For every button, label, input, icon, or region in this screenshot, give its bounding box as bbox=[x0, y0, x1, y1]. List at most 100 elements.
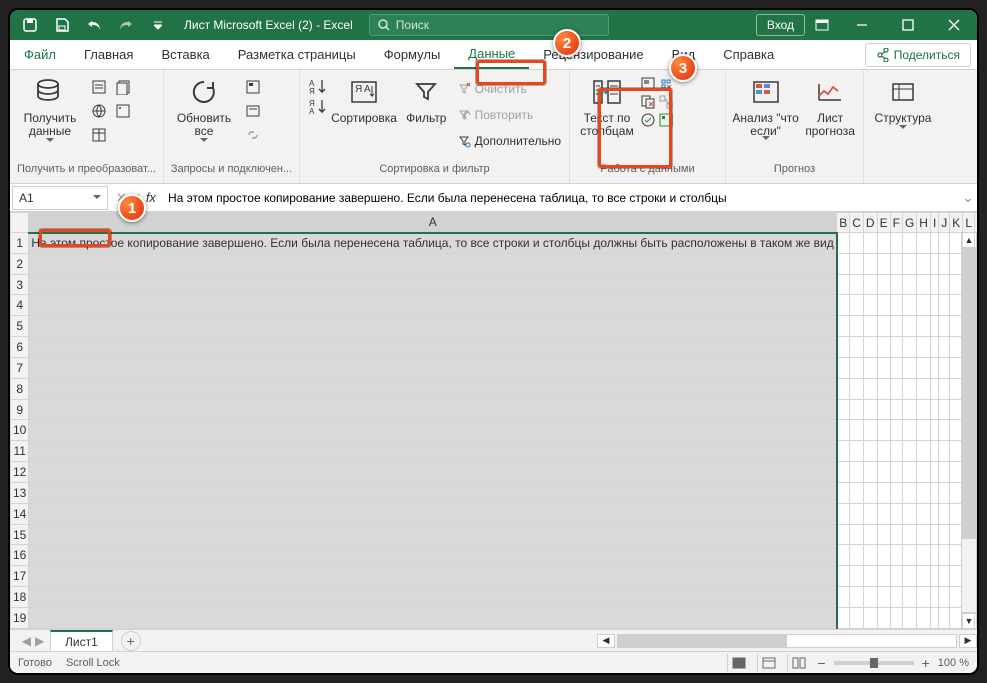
cell[interactable] bbox=[890, 607, 902, 628]
cell[interactable] bbox=[917, 524, 931, 545]
cell[interactable] bbox=[917, 482, 931, 503]
cell[interactable] bbox=[877, 274, 890, 295]
horizontal-scrollbar[interactable]: ◀ ▶ bbox=[597, 632, 977, 650]
cell[interactable] bbox=[939, 482, 950, 503]
cell[interactable] bbox=[890, 545, 902, 566]
cell[interactable] bbox=[850, 566, 864, 587]
row-header[interactable]: 15 bbox=[11, 524, 29, 545]
col-header[interactable]: K bbox=[950, 213, 963, 233]
cell[interactable] bbox=[917, 295, 931, 316]
row-header[interactable]: 11 bbox=[11, 441, 29, 462]
cell[interactable] bbox=[902, 295, 916, 316]
cell[interactable] bbox=[930, 420, 938, 441]
remove-duplicates-icon[interactable] bbox=[640, 94, 656, 110]
cell[interactable] bbox=[837, 295, 850, 316]
col-header[interactable]: I bbox=[930, 213, 938, 233]
advanced-filter-button[interactable]: Дополнительно bbox=[453, 128, 565, 154]
cell[interactable] bbox=[917, 587, 931, 608]
text-to-columns-button[interactable]: Текст постолбцам bbox=[574, 72, 640, 154]
cell[interactable] bbox=[930, 587, 938, 608]
cell[interactable] bbox=[29, 607, 837, 628]
cell[interactable] bbox=[850, 587, 864, 608]
cell[interactable] bbox=[939, 274, 950, 295]
cell[interactable] bbox=[939, 441, 950, 462]
cell[interactable] bbox=[917, 274, 931, 295]
col-header[interactable]: M bbox=[975, 213, 978, 233]
maximize-button[interactable] bbox=[885, 10, 931, 40]
cell[interactable] bbox=[930, 274, 938, 295]
ribbon-display-options[interactable] bbox=[805, 10, 839, 40]
undo-button[interactable] bbox=[78, 11, 110, 39]
cell[interactable] bbox=[902, 607, 916, 628]
cell[interactable] bbox=[902, 545, 916, 566]
cell[interactable] bbox=[939, 357, 950, 378]
col-header[interactable]: B bbox=[837, 213, 850, 233]
queries-icon[interactable] bbox=[242, 76, 264, 98]
cell[interactable] bbox=[863, 274, 877, 295]
cell[interactable] bbox=[917, 253, 931, 274]
cell[interactable] bbox=[939, 316, 950, 337]
cell[interactable] bbox=[939, 462, 950, 483]
from-table-icon[interactable] bbox=[88, 124, 110, 146]
formula-bar-expand-icon[interactable]: ⌄ bbox=[959, 190, 977, 206]
get-data-button[interactable]: Получить данные bbox=[14, 72, 86, 154]
cell[interactable] bbox=[837, 503, 850, 524]
cell[interactable] bbox=[890, 274, 902, 295]
tab-pagelayout[interactable]: Разметка страницы bbox=[224, 40, 370, 69]
row-header[interactable]: 8 bbox=[11, 378, 29, 399]
cell[interactable] bbox=[863, 337, 877, 358]
cell[interactable] bbox=[837, 420, 850, 441]
cell[interactable] bbox=[877, 378, 890, 399]
row-header[interactable]: 1 bbox=[11, 233, 29, 254]
cell[interactable] bbox=[939, 545, 950, 566]
cell[interactable] bbox=[890, 587, 902, 608]
col-header[interactable]: E bbox=[877, 213, 890, 233]
cell[interactable] bbox=[939, 253, 950, 274]
cell[interactable] bbox=[850, 357, 864, 378]
cell[interactable] bbox=[863, 566, 877, 587]
cell[interactable] bbox=[837, 316, 850, 337]
cell[interactable] bbox=[837, 337, 850, 358]
cell[interactable] bbox=[917, 607, 931, 628]
cell[interactable] bbox=[877, 420, 890, 441]
row-header[interactable]: 6 bbox=[11, 337, 29, 358]
cell[interactable] bbox=[863, 482, 877, 503]
cell[interactable] bbox=[29, 462, 837, 483]
share-button[interactable]: Поделиться bbox=[865, 43, 971, 67]
cell[interactable] bbox=[850, 253, 864, 274]
cell[interactable] bbox=[930, 316, 938, 337]
cell[interactable] bbox=[890, 482, 902, 503]
cell[interactable] bbox=[850, 233, 864, 254]
cell[interactable] bbox=[877, 524, 890, 545]
sheet-tab-1[interactable]: Лист1 bbox=[50, 630, 113, 652]
cell[interactable] bbox=[939, 420, 950, 441]
cell[interactable] bbox=[930, 378, 938, 399]
cell[interactable] bbox=[837, 399, 850, 420]
tab-insert[interactable]: Вставка bbox=[147, 40, 223, 69]
cell[interactable] bbox=[837, 482, 850, 503]
row-header[interactable]: 14 bbox=[11, 503, 29, 524]
cell[interactable] bbox=[29, 545, 837, 566]
properties-icon[interactable] bbox=[242, 100, 264, 122]
cell[interactable] bbox=[890, 233, 902, 254]
cell[interactable] bbox=[902, 357, 916, 378]
manage-data-model-icon[interactable] bbox=[658, 112, 674, 128]
cell[interactable] bbox=[917, 566, 931, 587]
consolidate-icon[interactable] bbox=[658, 76, 674, 92]
col-header[interactable]: L bbox=[963, 213, 975, 233]
cell[interactable] bbox=[890, 357, 902, 378]
tab-data[interactable]: Данные bbox=[454, 40, 529, 69]
cell[interactable] bbox=[930, 441, 938, 462]
cell[interactable] bbox=[863, 503, 877, 524]
cell[interactable] bbox=[939, 587, 950, 608]
row-header[interactable]: 12 bbox=[11, 462, 29, 483]
cell[interactable] bbox=[837, 462, 850, 483]
cell[interactable] bbox=[930, 357, 938, 378]
col-header[interactable]: D bbox=[863, 213, 877, 233]
cell[interactable] bbox=[939, 378, 950, 399]
cell[interactable] bbox=[850, 524, 864, 545]
cell[interactable] bbox=[837, 253, 850, 274]
cell[interactable] bbox=[939, 233, 950, 254]
cell[interactable] bbox=[917, 503, 931, 524]
cell[interactable] bbox=[890, 337, 902, 358]
